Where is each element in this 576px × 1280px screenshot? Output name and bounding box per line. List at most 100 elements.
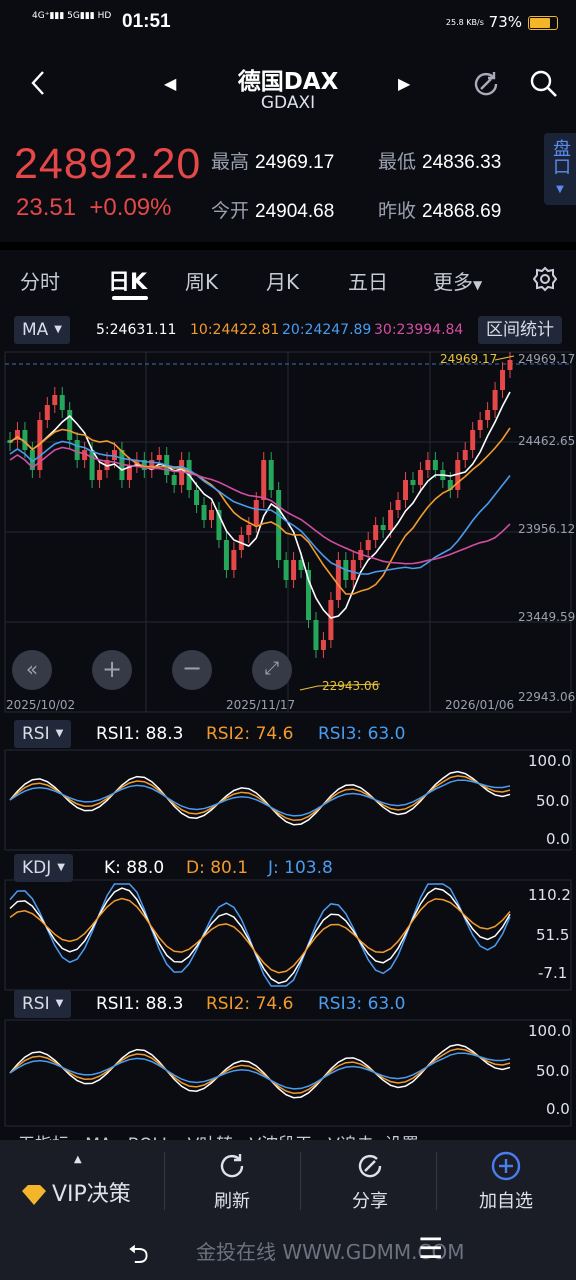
tab-monthly-k[interactable]: 月K [266,266,299,295]
status-right: 25.8 KB/s 73% [446,13,558,31]
candle [201,497,207,528]
diamond-icon [22,1185,46,1205]
indicator-line [9,775,511,822]
candle [365,532,371,558]
rsi-selector-2[interactable]: RSI ▼ [14,990,72,1018]
axis-l3: 23956.12 [518,522,576,536]
candle [216,502,222,548]
candle [335,552,341,608]
vip-decision-button[interactable]: VIP决策 [22,1176,131,1208]
settings-button[interactable] [532,266,558,297]
candle [59,387,65,418]
zoom-in-button[interactable]: + [92,650,132,690]
ma5-line [9,391,511,619]
battery-text: 73% [488,13,522,31]
kdj-selector[interactable]: KDJ ▼ [14,854,73,882]
kdj-k-value: K: 88.0 [104,858,165,878]
rsi-selector-1[interactable]: RSI ▼ [14,720,72,748]
candle [261,452,267,508]
indicator-line [9,1048,511,1095]
status-bar: 4G⁺▮▮▮ 5G▮▮▮ HD 01:51 25.8 KB/s 73% [0,0,576,44]
search-button[interactable] [528,68,560,104]
fullscreen-button[interactable]: ⤢ [252,650,292,690]
order-book-tab[interactable]: 盘口 ▼ [544,133,576,205]
zoom-out-button[interactable]: − [172,650,212,690]
rsi2-value: RSI2: 74.6 [206,724,294,744]
candle [500,362,506,398]
expand-up-icon[interactable]: ▲ [74,1154,82,1165]
minus-icon: − [181,654,203,682]
gear-icon [532,266,558,292]
candle [328,592,334,648]
low-value: 最低 24836.33 [378,151,502,173]
search-icon [530,70,557,97]
share-icon [358,1154,382,1178]
tab-weekly-k[interactable]: 周K [185,266,218,295]
menu-nav-button[interactable]: ☰ [418,1232,443,1265]
back-nav-button[interactable]: ⮌ [128,1236,149,1280]
kdj-axis-mid: 51.5 [536,926,570,944]
candle [492,382,498,418]
candle [380,517,386,538]
candle [223,532,229,578]
share-button[interactable]: 分享 [334,1150,406,1213]
top-header: ◀ 德国DAX GDAXI ▶ [0,44,576,120]
tab-intraday[interactable]: 分时 [20,266,60,295]
rsi1-axis-bottom: 0.0 [546,830,570,848]
high-value: 最高 24969.17 [211,151,335,173]
tab-five-day[interactable]: 五日 [348,266,388,295]
refresh-icon [474,72,498,96]
bottom-action-bar: ▲ VIP决策 刷新 分享 加自选 [0,1140,576,1224]
tab-daily-k[interactable]: 日K [108,264,147,296]
refresh-icon [220,1154,244,1178]
axis-l2: 24462.65 [518,434,576,448]
rsi1-axis-mid: 50.0 [536,792,570,810]
quote-panel: 24892.20 23.51 +0.09% 最高 24969.17 最低 24836… [0,124,576,240]
period-tabs: 分时 日K 周K 月K 五日 更多▼ [0,256,576,306]
net-speed: 25.8 KB/s [445,18,484,27]
rsi2-axis-top: 100.0 [528,1022,571,1040]
kdj-d-value: D: 80.1 [186,858,249,878]
candle [395,492,401,518]
candle [507,352,513,378]
kdj-axis-top: 110.2 [528,886,571,904]
next-instrument-button[interactable]: ▶ [398,74,410,93]
candle [320,632,326,658]
clock: 01:51 [122,11,171,32]
divider [300,1152,301,1210]
refresh-button[interactable]: 刷新 [196,1150,268,1213]
candle [470,422,476,458]
min-price-label: 22943.06 [322,679,380,693]
active-tab-underline [112,296,148,300]
add-watchlist-button[interactable]: 加自选 [470,1150,542,1213]
divider [0,242,576,250]
divider [436,1152,437,1210]
candle [350,552,356,588]
rsi1-axis-top: 100.0 [528,752,571,770]
rsi2-axis-bottom: 0.0 [546,1100,570,1118]
date-start: 2025/10/02 [6,698,76,712]
candle [231,542,237,578]
tab-more[interactable]: 更多▼ [433,266,482,295]
candle [67,402,73,448]
candle [149,452,155,478]
scroll-start-button[interactable]: « [12,650,52,690]
candle [462,442,468,468]
date-end: 2026/01/06 [445,698,515,712]
chart-area: MA ▼ 5:24631.11 10:24422.81 20:24247.89 3… [0,312,576,1142]
candle [268,452,274,498]
candle [410,472,416,493]
price-change: 23.51 +0.09% [16,194,172,221]
rsi1-lines [9,770,511,826]
rsi2-r3-value: RSI3: 63.0 [318,994,406,1014]
system-nav-bar: ⮌ 金投在线 WWW.GDMM.COM ☰ [0,1224,576,1280]
kdj-axis-bottom: -7.1 [538,964,568,982]
candle [291,552,297,588]
menu-icon: ☰ [418,1232,444,1265]
candle [313,612,319,658]
candle [14,422,20,448]
refresh-icon-button[interactable] [470,68,502,104]
candle [208,502,214,528]
candle [477,412,483,438]
plus-icon: + [101,655,123,683]
